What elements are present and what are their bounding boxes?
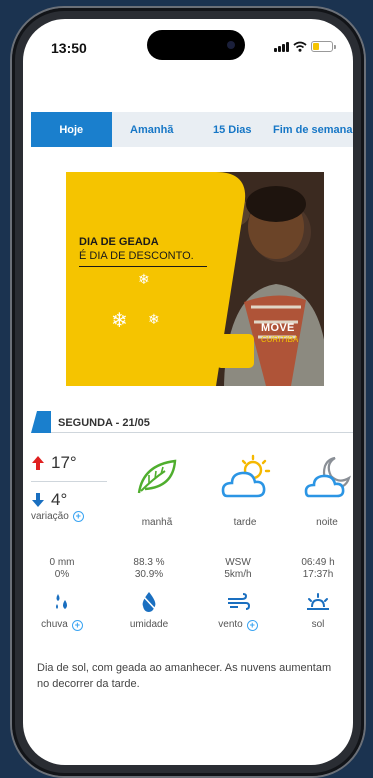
tab-amanha[interactable]: Amanhã <box>112 112 193 147</box>
ad-brand-sub: CURITIBA <box>261 335 299 344</box>
temp-max: 17° <box>51 453 77 472</box>
forecast-tabs: Hoje Amanhã 15 Dias Fim de semana <box>31 112 353 147</box>
tab-fim-de-semana[interactable]: Fim de semana <box>273 112 354 147</box>
status-time: 13:50 <box>51 40 87 56</box>
period-manha: manhã <box>125 451 189 528</box>
vento-line2: 5km/h <box>224 569 252 580</box>
tab-hoje[interactable]: Hoje <box>31 112 112 147</box>
sun-cloud-icon <box>221 454 271 498</box>
battery-icon <box>311 41 336 52</box>
status-bar: 13:50 <box>23 19 353 63</box>
sol-label: sol <box>311 619 325 630</box>
umidade-label: umidade <box>129 619 169 630</box>
screen: 13:50 Hoje Amanhã 15 Dias Fim de semana <box>23 19 353 765</box>
plus-icon[interactable]: + <box>71 619 83 631</box>
period-tarde: tarde <box>213 451 277 528</box>
day-divider <box>51 432 353 433</box>
ad-banner[interactable]: ❄ ❄ ❄ DIA DE GEADA É DIA DE DESCONTO. MO… <box>66 172 324 386</box>
period-manha-label: manhã <box>141 517 173 528</box>
leaf-icon <box>137 459 177 494</box>
weather-description: Dia de sol, com geada ao amanhecer. As n… <box>37 662 332 690</box>
tab-15-dias[interactable]: 15 Dias <box>192 112 273 147</box>
plus-icon[interactable]: + <box>246 619 258 631</box>
chuva-label: chuva <box>41 619 68 630</box>
variacao-label: variação <box>31 511 69 522</box>
svg-text:❄: ❄ <box>111 310 128 332</box>
ad-brand: MOVE <box>261 322 295 334</box>
rain-drops-icon <box>56 594 67 609</box>
ad-illustration: ❄ ❄ ❄ <box>66 172 324 386</box>
temp-divider <box>31 481 107 482</box>
humidity-drop-icon <box>142 592 157 612</box>
ad-subline: É DIA DE DESCONTO. <box>79 250 194 262</box>
plus-icon[interactable]: + <box>72 511 84 522</box>
chuva-line1: 0 mm <box>49 557 75 568</box>
day-label: SEGUNDA - 21/05 <box>58 417 150 429</box>
period-noite-label: noite <box>316 517 338 528</box>
temperature-block: 17° 4° <box>31 447 111 516</box>
signal-icon <box>274 41 289 52</box>
dynamic-island <box>147 30 245 60</box>
stat-umidade: 88.3 % 30.9% umidade <box>112 557 186 631</box>
status-icons <box>274 41 336 52</box>
stat-sol: 06:49 h 17:37h sol <box>281 557 353 631</box>
svg-text:❄: ❄ <box>148 311 160 327</box>
day-header: SEGUNDA - 21/05 <box>31 411 353 433</box>
moon-cloud-icon <box>304 456 351 498</box>
chuva-line2: 0% <box>54 569 70 580</box>
period-noite: noite <box>295 451 353 528</box>
umidade-line2: 30.9% <box>134 569 164 580</box>
camera-icon <box>227 41 235 49</box>
arrow-up-icon <box>32 456 44 470</box>
temp-min: 4° <box>51 490 68 509</box>
ad-underline <box>79 266 207 267</box>
sol-line1: 06:49 h <box>301 557 335 568</box>
stat-chuva: 0 mm 0% chuva + <box>25 557 99 631</box>
temp-max-row: 17° <box>31 447 111 479</box>
day-flag <box>31 411 51 433</box>
ad-headline: DIA DE GEADA <box>79 236 159 248</box>
sunrise-icon <box>307 593 329 610</box>
sol-line2: 17:37h <box>302 569 334 580</box>
wind-icon <box>228 593 250 610</box>
vento-line1: WSW <box>225 557 251 568</box>
svg-text:❄: ❄ <box>138 271 150 287</box>
arrow-down-icon <box>32 493 44 507</box>
stat-vento: WSW 5km/h vento + <box>201 557 275 631</box>
wifi-icon <box>293 41 307 52</box>
period-tarde-label: tarde <box>233 517 257 528</box>
phone-frame: 13:50 Hoje Amanhã 15 Dias Fim de semana <box>12 8 364 776</box>
variacao-link[interactable]: variação + <box>31 511 84 522</box>
umidade-line1: 88.3 % <box>133 557 165 568</box>
vento-label: vento <box>218 619 243 630</box>
